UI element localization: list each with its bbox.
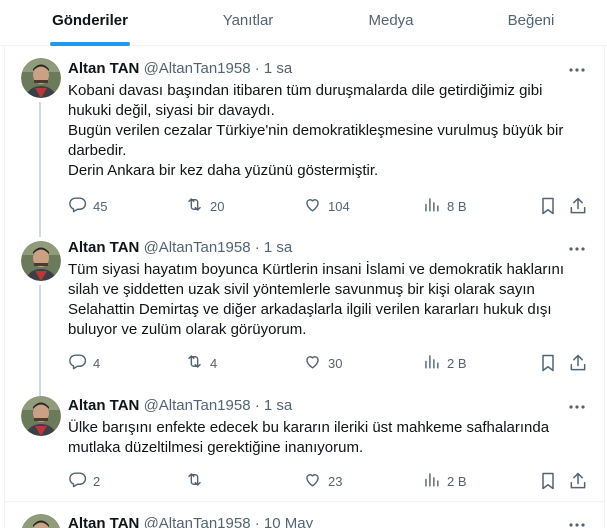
- reply-button[interactable]: 45: [68, 196, 107, 216]
- tweet[interactable]: Altan TAN @AltanTan1958 · 1 sa Kobani da…: [5, 46, 604, 229]
- tweet-text-line: mutlaka düzeltilmesi gerektiğine inanıyo…: [68, 439, 364, 456]
- tweet-header: Altan TAN @AltanTan1958 · 1 sa: [68, 396, 292, 416]
- timeline-border-right: [604, 46, 605, 528]
- retweet-icon: [185, 470, 204, 492]
- reply-icon: [68, 470, 87, 492]
- tab-media[interactable]: Medya: [331, 0, 451, 46]
- share-icon[interactable]: [568, 353, 588, 373]
- views-icon: [422, 470, 441, 492]
- views-icon: [422, 352, 441, 374]
- thread-line: [39, 102, 41, 229]
- reply-count: 45: [93, 198, 108, 214]
- tweet-header: Altan TAN @AltanTan1958 · 1 sa: [68, 238, 292, 258]
- author-handle[interactable]: @AltanTan1958: [144, 60, 251, 77]
- tab-likes[interactable]: Beğeni: [471, 0, 591, 46]
- separator-dot: ·: [254, 397, 260, 414]
- thread-line: [39, 229, 41, 237]
- author-name[interactable]: Altan TAN: [68, 239, 139, 256]
- heart-icon: [303, 352, 322, 374]
- more-horizontal-icon[interactable]: [567, 515, 587, 528]
- separator-dot: ·: [254, 239, 260, 256]
- heart-icon: [303, 195, 322, 217]
- retweet-icon: [185, 195, 204, 217]
- tweet-header: Altan TAN @AltanTan1958 · 1 sa: [68, 59, 292, 79]
- reply-button[interactable]: 2: [68, 471, 100, 491]
- tweet-text-line: Bugün verilen cezalar Türkiye'nin demokr…: [68, 122, 564, 139]
- tweet[interactable]: Altan TAN @AltanTan1958 · 1 sa Ülke barı…: [5, 388, 604, 502]
- tweet-text-line: buluyor ve zulüm olarak görüyorum.: [68, 321, 307, 338]
- retweet-button[interactable]: 20: [185, 196, 224, 216]
- tweet-text: Ülke barışını enfekte edecek bu kararın …: [68, 418, 593, 458]
- tweet[interactable]: Altan TAN @AltanTan1958 · 1 sa Tüm siyas…: [5, 229, 604, 388]
- retweet-count: 4: [210, 355, 218, 371]
- tweet-text-line: Selahattin Demirtaş ve diğer arkadaşlarl…: [68, 301, 552, 318]
- retweet-button[interactable]: [185, 471, 210, 491]
- author-name[interactable]: Altan TAN: [68, 397, 139, 414]
- like-count: 104: [328, 198, 350, 214]
- more-horizontal-icon[interactable]: [567, 397, 587, 417]
- reply-button[interactable]: 4: [68, 353, 100, 373]
- bookmark-icon[interactable]: [538, 471, 558, 491]
- author-handle[interactable]: @AltanTan1958: [144, 397, 251, 414]
- tweet-text-line: Ülke barışını enfekte edecek bu kararın …: [68, 419, 550, 436]
- author-name[interactable]: Altan TAN: [68, 515, 139, 528]
- like-button[interactable]: 104: [303, 196, 350, 216]
- share-icon[interactable]: [568, 196, 588, 216]
- author-name[interactable]: Altan TAN: [68, 60, 139, 77]
- avatar[interactable]: [21, 58, 61, 98]
- author-handle[interactable]: @AltanTan1958: [144, 515, 251, 528]
- retweet-count: 20: [210, 198, 225, 214]
- views-button[interactable]: 2 B: [422, 353, 467, 373]
- thread-line: [39, 388, 41, 396]
- views-icon: [422, 195, 441, 217]
- timestamp[interactable]: 1 sa: [264, 239, 292, 256]
- thread-line: [39, 285, 41, 388]
- tab-replies[interactable]: Yanıtlar: [188, 0, 308, 46]
- separator-dot: ·: [254, 60, 260, 77]
- tweet-text: Kobani davası başından itibaren tüm duru…: [68, 81, 593, 181]
- more-horizontal-icon[interactable]: [567, 239, 587, 259]
- tweet-header: Altan TAN @AltanTan1958 · 10 May: [68, 514, 313, 528]
- timestamp[interactable]: 1 sa: [264, 397, 292, 414]
- like-count: 30: [328, 355, 343, 371]
- bookmark-icon[interactable]: [538, 196, 558, 216]
- tweet-text-line: silah ve şiddetten uzak sivil yöntemlerl…: [68, 281, 535, 298]
- retweet-button[interactable]: 4: [185, 353, 217, 373]
- tweet-text: Tüm siyasi hayatım boyunca Kürtlerin ins…: [68, 260, 593, 340]
- views-count: 2 B: [447, 355, 467, 371]
- author-handle[interactable]: @AltanTan1958: [144, 239, 251, 256]
- tweet[interactable]: Altan TAN @AltanTan1958 · 10 May: [5, 502, 604, 528]
- reply-icon: [68, 195, 87, 217]
- timestamp[interactable]: 1 sa: [264, 60, 292, 77]
- retweet-icon: [185, 352, 204, 374]
- like-button[interactable]: 23: [303, 471, 342, 491]
- avatar[interactable]: [21, 241, 61, 281]
- share-icon[interactable]: [568, 471, 588, 491]
- like-count: 23: [328, 473, 343, 489]
- views-count: 2 B: [447, 473, 467, 489]
- views-button[interactable]: 8 B: [422, 196, 467, 216]
- reply-count: 4: [93, 355, 101, 371]
- tweet-text-line: Derin Ankara bir kez daha yüzünü gösterm…: [68, 162, 379, 179]
- reply-icon: [68, 352, 87, 374]
- tweet-text-line: Kobani davası başından itibaren tüm duru…: [68, 82, 543, 99]
- avatar[interactable]: [21, 514, 61, 528]
- tab-posts[interactable]: Gönderiler: [30, 0, 150, 46]
- bookmark-icon[interactable]: [538, 353, 558, 373]
- separator-dot: ·: [254, 515, 260, 528]
- more-horizontal-icon[interactable]: [567, 60, 587, 80]
- tweet-text-line: Tüm siyasi hayatım boyunca Kürtlerin ins…: [68, 261, 565, 278]
- views-count: 8 B: [447, 198, 467, 214]
- avatar[interactable]: [21, 396, 61, 436]
- like-button[interactable]: 30: [303, 353, 342, 373]
- tweet-text-line: hukuki değil, siyasi bir davaydı.: [68, 102, 275, 119]
- reply-count: 2: [93, 473, 101, 489]
- views-button[interactable]: 2 B: [422, 471, 467, 491]
- timestamp[interactable]: 10 May: [264, 515, 313, 528]
- tweet-text-line: darbedir.: [68, 142, 127, 159]
- profile-tabs: Gönderiler Yanıtlar Medya Beğeni: [0, 0, 607, 46]
- heart-icon: [303, 470, 322, 492]
